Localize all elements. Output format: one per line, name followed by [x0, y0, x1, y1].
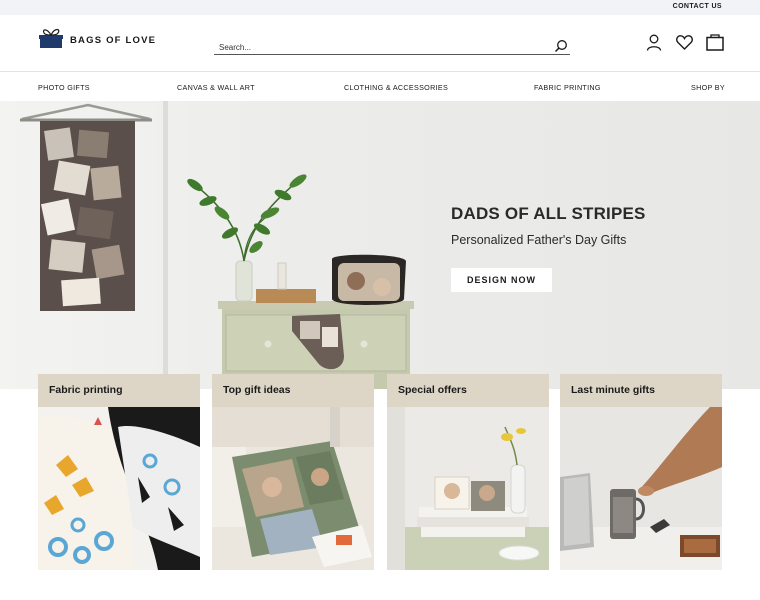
top-bar: CONTACT US	[0, 0, 760, 15]
logo[interactable]: BAGS OF LOVE	[38, 27, 156, 53]
card-image-last-minute	[560, 407, 722, 570]
card-label: Special offers	[398, 384, 467, 396]
search-bar	[214, 37, 570, 56]
card-fabric-printing[interactable]: Fabric printing	[38, 374, 200, 570]
card-header: Top gift ideas	[212, 374, 374, 407]
site-header: BAGS OF LOVE	[0, 15, 760, 72]
card-image-fabric	[38, 407, 200, 570]
card-header: Special offers	[387, 374, 549, 407]
search-icon[interactable]	[554, 39, 568, 53]
main-nav: PHOTO GIFTS CANVAS & WALL ART CLOTHING &…	[0, 72, 760, 101]
card-top-gift-ideas[interactable]: Top gift ideas	[212, 374, 374, 570]
heart-icon[interactable]	[676, 34, 693, 51]
nav-item-fabric-printing[interactable]: FABRIC PRINTING	[534, 83, 601, 92]
contact-us-link[interactable]: CONTACT US	[673, 3, 722, 10]
card-label: Fabric printing	[49, 384, 123, 396]
card-label: Top gift ideas	[223, 384, 291, 396]
nav-item-photo-gifts[interactable]: PHOTO GIFTS	[38, 83, 90, 92]
design-now-button[interactable]: DESIGN NOW	[451, 268, 552, 292]
logo-text: BAGS OF LOVE	[70, 34, 157, 46]
search-input[interactable]	[214, 39, 544, 56]
nav-item-shop-by[interactable]: SHOP BY	[691, 83, 725, 92]
card-last-minute-gifts[interactable]: Last minute gifts	[560, 374, 722, 570]
hero-subtitle: Personalized Father's Day Gifts	[451, 233, 627, 247]
nav-item-canvas-wall-art[interactable]: CANVAS & WALL ART	[177, 83, 255, 92]
hero-banner: DADS OF ALL STRIPES Personalized Father'…	[0, 101, 760, 389]
card-special-offers[interactable]: Special offers	[387, 374, 549, 570]
account-icon[interactable]	[646, 34, 662, 51]
card-header: Fabric printing	[38, 374, 200, 407]
header-icons	[646, 34, 724, 51]
hero-title: DADS OF ALL STRIPES	[451, 204, 646, 223]
hero-image	[20, 101, 414, 389]
nav-item-clothing-accessories[interactable]: CLOTHING & ACCESSORIES	[344, 83, 448, 92]
gift-box-icon	[38, 26, 66, 55]
card-image-gifts	[212, 407, 374, 570]
card-image-offers	[387, 407, 549, 570]
card-label: Last minute gifts	[571, 384, 656, 396]
card-header: Last minute gifts	[560, 374, 722, 407]
bag-icon[interactable]	[706, 34, 724, 51]
